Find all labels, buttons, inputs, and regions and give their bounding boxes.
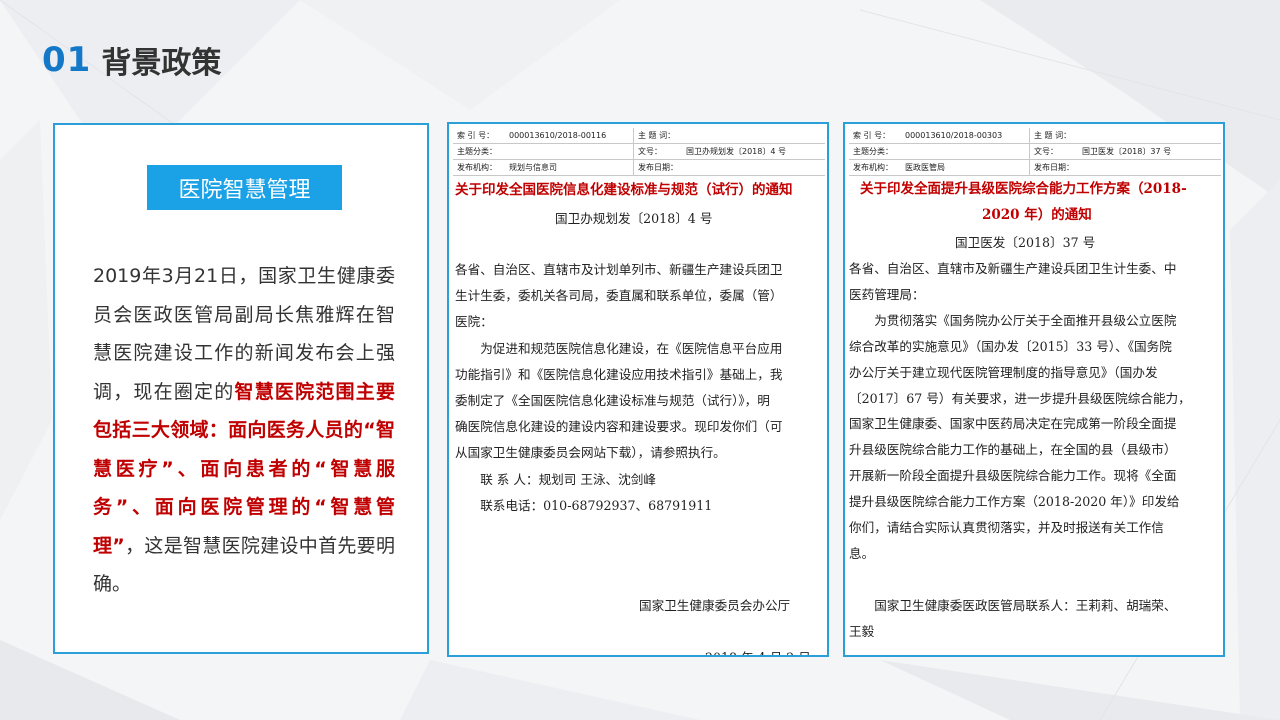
doc-line: 生计生委，委机关各司局，委直属和联系单位，委属（管）: [455, 288, 783, 304]
meta-value: [901, 143, 1030, 160]
doc-line: 你们，请结合实际认真贯彻落实，并及时报送有关工作信: [849, 520, 1164, 535]
meta-value: 规划与信息司: [505, 159, 634, 176]
doc-line: 医药管理局：: [849, 286, 925, 302]
meta-value: 000013610/2018-00303: [901, 128, 1030, 144]
doc-line: 各省、自治区、直辖市及新疆生产建设兵团卫生计生委、中: [849, 261, 1177, 276]
policy-document-2: 索 引 号： 000013610/2018-00303 主 题 词： 主题分类：…: [843, 122, 1225, 657]
doc-line: 国家卫生健康委、国家中医药局决定在完成第一阶段全面提: [849, 416, 1177, 432]
doc-line: 综合改革的实施意见》（国办发〔2015〕33 号）、《国务院: [849, 338, 1172, 354]
doc-line: 王毅: [849, 623, 875, 639]
meta-label: 发布机构：: [453, 159, 505, 176]
meta-label: 主 题 词：: [1029, 128, 1078, 144]
doc-line: 联 系 人：规划司 王泳、沈剑峰: [455, 471, 656, 487]
meta-value: 国卫医发〔2018〕37 号: [1078, 143, 1221, 160]
doc-line: 为促进和规范医院信息化建设，在《医院信息平台应用: [455, 340, 783, 356]
doc-line: 提升县级医院综合能力工作方案（2018-2020 年）》印发给: [849, 494, 1180, 510]
summary-text-end: ，这是智慧医院建设中首先要明确。: [93, 534, 395, 596]
doc-title-line-1: 关于印发全面提升县级医院综合能力工作方案（2018-: [860, 181, 1187, 197]
doc-line: 功能指引》和《医院信息化建设应用技术指引》基础上，我: [455, 366, 783, 382]
doc-line: 医院：: [455, 314, 493, 330]
meta-label: 文号：: [633, 143, 682, 160]
meta-label: 索 引 号：: [849, 128, 901, 144]
meta-label: 索 引 号：: [453, 128, 505, 144]
meta-label: 文号：: [1029, 143, 1078, 160]
meta-label: 发布机构：: [849, 159, 901, 176]
doc-date: 2018 年 4 月 2 日: [705, 645, 811, 655]
section-heading: 01 背景政策: [42, 38, 221, 82]
doc-line: 确医院信息化建设的建设内容和建设要求。现印发你们（可: [455, 419, 783, 435]
doc-signature: 国家卫生健康委员会办公厅: [639, 598, 791, 613]
doc-line: 升县级医院综合能力工作的基础上，在全国的县（县级市）: [849, 442, 1177, 458]
summary-panel: 医院智慧管理 2019年3月21日，国家卫生健康委员会医政医管局副局长焦雅辉在智…: [53, 123, 429, 654]
doc-number: 国卫医发〔2018〕37 号: [955, 235, 1096, 250]
doc-meta-table: 索 引 号： 000013610/2018-00303 主 题 词： 主题分类：…: [849, 128, 1221, 176]
meta-value: [1078, 128, 1221, 144]
doc-line: 为贯彻落实《国务院办公厅关于全面推开县级公立医院: [849, 312, 1177, 328]
doc-line: 开展新一阶段全面提升县级医院综合能力工作。现将《全面: [849, 468, 1177, 484]
doc-line: 委制定了《全国医院信息化建设标准与规范（试行）》，明: [455, 393, 770, 408]
meta-value: [682, 128, 825, 144]
meta-value: 000013610/2018-00116: [505, 128, 634, 144]
section-number: 01: [42, 40, 92, 80]
doc-title-line-2: 2020 年）的通知: [982, 207, 1092, 223]
meta-label: 发布日期：: [1029, 159, 1078, 176]
summary-paragraph: 2019年3月21日，国家卫生健康委员会医政医管局副局长焦雅辉在智慧医院建设工作…: [93, 257, 395, 604]
doc-line: 〔2017〕67 号）有关要求，进一步提升县级医院综合能力，: [849, 390, 1191, 406]
summary-text-highlight: 智慧医院范围主要包括三大领域：面向医务人员的“智慧医疗”、面向患者的“智慧服务”…: [93, 380, 395, 557]
policy-document-1: 索 引 号： 000013610/2018-00116 主 题 词： 主题分类：…: [447, 122, 829, 657]
doc-number: 国卫办规划发〔2018〕4 号: [555, 211, 713, 226]
meta-value: [682, 159, 825, 176]
meta-label: 主 题 词：: [633, 128, 682, 144]
topic-tag: 医院智慧管理: [147, 165, 342, 210]
doc-line: 各省、自治区、直辖市及计划单列市、新疆生产建设兵团卫: [455, 262, 783, 277]
doc-line: 国家卫生健康委医政医管局联系人：王莉莉、胡瑞荣、: [849, 597, 1177, 613]
doc-title: 关于印发全国医院信息化建设标准与规范（试行）的通知: [455, 182, 793, 198]
meta-value: 国卫办规划发〔2018〕4 号: [682, 143, 825, 160]
meta-label: 主题分类：: [849, 143, 901, 160]
meta-value: [505, 143, 634, 160]
meta-value: [1078, 159, 1221, 176]
doc-line: 从国家卫生健康委员会网站下载），请参照执行。: [455, 445, 726, 461]
doc-line: 联系电话：010-68792937、68791911: [455, 497, 713, 513]
meta-label: 主题分类：: [453, 143, 505, 160]
section-title: 背景政策: [101, 46, 222, 81]
doc-line: 息。: [849, 545, 875, 561]
meta-value: 医政医管局: [901, 159, 1030, 176]
meta-label: 发布日期：: [633, 159, 682, 176]
doc-line: 办公厅关于建立现代医院管理制度的指导意见》（国办发: [849, 364, 1158, 380]
doc-meta-table: 索 引 号： 000013610/2018-00116 主 题 词： 主题分类：…: [453, 128, 825, 176]
